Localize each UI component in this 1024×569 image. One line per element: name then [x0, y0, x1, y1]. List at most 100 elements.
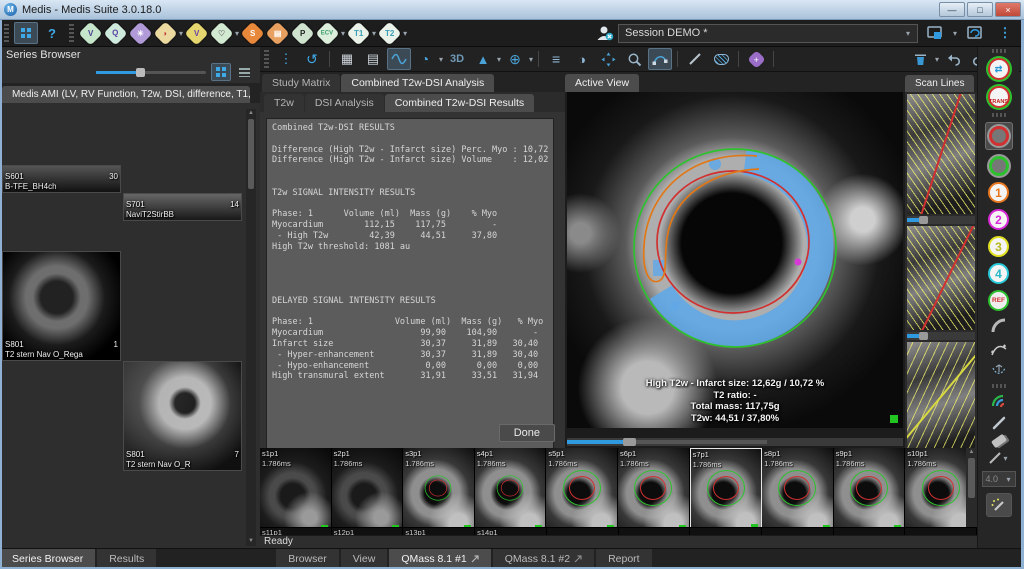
spline-tool-button[interactable] [990, 363, 1008, 379]
app-t2-icon[interactable]: T2 [378, 21, 402, 45]
slice-thumbnail-selected[interactable]: s7p11.786ms [690, 448, 763, 535]
dropdown-arrow-icon[interactable]: ▾ [497, 55, 501, 64]
session-select[interactable]: Session DEMO * ▾ [618, 24, 918, 43]
roi1-button[interactable]: 1 [988, 182, 1009, 203]
slice-thumbnail[interactable]: s1p11.786ms [260, 448, 332, 535]
title-bar[interactable]: M Medis - Medis Suite 3.0.18.0 — □ × [0, 0, 1024, 20]
subtab-t2w[interactable]: T2w [264, 94, 304, 112]
app-qheart-icon[interactable]: ♡ [209, 21, 233, 45]
slice-thumbnail[interactable]: s2p11.786ms [332, 448, 404, 535]
region-tool-button[interactable] [709, 48, 733, 70]
app-qangio-icon[interactable]: ◗ [153, 21, 177, 45]
study-tab[interactable]: Medis AMI (LV, RV Function, T2w, DSI, di… [2, 86, 250, 103]
app-qstrain-icon[interactable]: ✳ [128, 21, 152, 45]
undo-button[interactable] [941, 48, 965, 70]
scan-lines-thumbnail[interactable] [907, 342, 975, 454]
orientation-button[interactable]: ⊕ [503, 48, 527, 70]
app-3dview-icon[interactable]: P [291, 21, 315, 45]
scroll-down-icon[interactable]: ▼ [246, 537, 256, 546]
protect-button[interactable]: + [744, 48, 768, 70]
thumbnail-size-slider[interactable] [96, 71, 206, 74]
tab-qmass-2[interactable]: QMass 8.1 #2 [493, 549, 594, 569]
toolbar-grip[interactable] [4, 24, 9, 42]
app-menu-button[interactable]: ⋮ [993, 22, 1017, 44]
scan-lines-thumbnail[interactable] [907, 94, 975, 214]
dropdown-arrow-icon[interactable]: ▾ [935, 55, 939, 64]
slice-thumbnail[interactable]: s4p11.786ms [475, 448, 547, 535]
tab-combined-analysis[interactable]: Combined T2w-DSI Analysis [341, 74, 494, 92]
curve-tool-button[interactable] [990, 341, 1008, 357]
slice-thumbnail[interactable]: s5p11.786ms [546, 448, 618, 535]
close-button[interactable]: × [995, 2, 1021, 17]
app-qreport-icon[interactable]: ▤ [266, 21, 290, 45]
dropdown-arrow-icon[interactable]: ▾ [235, 29, 239, 38]
endo-contour-button[interactable] [985, 122, 1013, 150]
thickness-select[interactable]: 4.0▾ [982, 471, 1016, 487]
save-session-button[interactable] [923, 22, 947, 44]
ref-point-button[interactable]: REF [988, 290, 1009, 311]
tab-browser[interactable]: Browser [276, 549, 339, 569]
dropdown-arrow-icon[interactable]: ▾ [179, 29, 183, 38]
dropdown-arrow-icon[interactable]: ▾ [953, 29, 957, 38]
toolbar-grip[interactable] [992, 49, 1006, 53]
maximize-button[interactable]: □ [967, 2, 993, 17]
series-thumbnail[interactable]: S8017 T2 stern Nav O_R [123, 361, 242, 471]
toolbar-grip[interactable] [69, 24, 74, 42]
active-view-image[interactable]: High T2w - Infarct size: 12,62g / 10,72 … [567, 92, 903, 428]
tab-series-browser[interactable]: Series Browser [0, 549, 95, 569]
roi4-button[interactable]: 4 [988, 263, 1009, 284]
signal-intensity-button[interactable] [387, 48, 411, 70]
epi-contour-button[interactable] [989, 156, 1009, 176]
measure-line-button[interactable] [683, 48, 707, 70]
app-qmri-icon[interactable]: V [184, 21, 208, 45]
tab-study-matrix[interactable]: Study Matrix [262, 74, 340, 92]
zoom-button[interactable] [622, 48, 646, 70]
scroll-up-icon[interactable]: ▲ [966, 448, 977, 457]
series-scrollbar[interactable]: ▲ ▼ [246, 109, 256, 546]
panel-menu-button[interactable]: ⋮ [274, 48, 298, 70]
slice-thumbnail[interactable]: s3p11.786ms [403, 448, 475, 535]
wizard-button[interactable]: ▲ [471, 48, 495, 70]
scan-lines-thumbnail[interactable] [907, 226, 975, 330]
window-level-button[interactable]: ◑ [570, 48, 594, 70]
roi2-button[interactable]: 2 [988, 209, 1009, 230]
done-button[interactable]: Done [499, 424, 555, 442]
auto-detect-button[interactable] [986, 493, 1012, 517]
series-thumbnail[interactable]: S8011 T2 stern Nav O_Rega [2, 251, 121, 361]
toolbar-grip[interactable] [264, 50, 269, 68]
dropdown-arrow-icon[interactable]: ▾ [372, 29, 376, 38]
scroll-up-icon[interactable]: ▲ [246, 109, 256, 118]
subtab-dsi-analysis[interactable]: DSI Analysis [305, 94, 384, 112]
reset-view-button[interactable]: ↺ [300, 48, 324, 70]
layers-button[interactable]: ≡ [544, 48, 568, 70]
help-button[interactable]: ? [40, 22, 64, 44]
series-thumbnail[interactable]: S70114 NaviT2StirBB [123, 193, 242, 221]
dropdown-arrow-icon[interactable]: ▾ [529, 55, 533, 64]
tab-scan-lines[interactable]: Scan Lines [905, 75, 974, 92]
tab-active-view[interactable]: Active View [565, 74, 639, 92]
minimize-button[interactable]: — [939, 2, 965, 17]
view-3d-button[interactable]: 3D [445, 48, 469, 70]
eraser-button[interactable] [992, 437, 1006, 445]
tab-view[interactable]: View [341, 549, 388, 569]
multi-contour-button[interactable] [990, 393, 1008, 409]
app-ecv-icon[interactable]: ECV [316, 21, 340, 45]
draw-tool-button[interactable] [991, 415, 1007, 431]
dropdown-arrow-icon[interactable]: ▾ [439, 55, 443, 64]
layout-button[interactable] [14, 22, 38, 44]
trans-sync-button[interactable]: ⇄ [988, 58, 1010, 80]
dropdown-arrow-icon[interactable]: ▾ [341, 29, 345, 38]
pan-button[interactable] [596, 48, 620, 70]
tab-results[interactable]: Results [97, 549, 156, 569]
arc-tool-button[interactable] [990, 317, 1008, 335]
line-width-button[interactable]: ▾ [988, 451, 1008, 465]
study-matrix-button[interactable]: ▦ [335, 48, 359, 70]
refresh-session-button[interactable] [963, 22, 987, 44]
app-t1-icon[interactable]: T1 [347, 21, 371, 45]
list-view-button[interactable] [234, 63, 254, 81]
edit-contour-button[interactable] [648, 48, 672, 70]
app-qflow-icon[interactable]: Q [103, 21, 127, 45]
phase-slider[interactable] [567, 438, 903, 446]
scan-slider[interactable] [907, 332, 975, 340]
dropdown-arrow-icon[interactable]: ▾ [403, 29, 407, 38]
